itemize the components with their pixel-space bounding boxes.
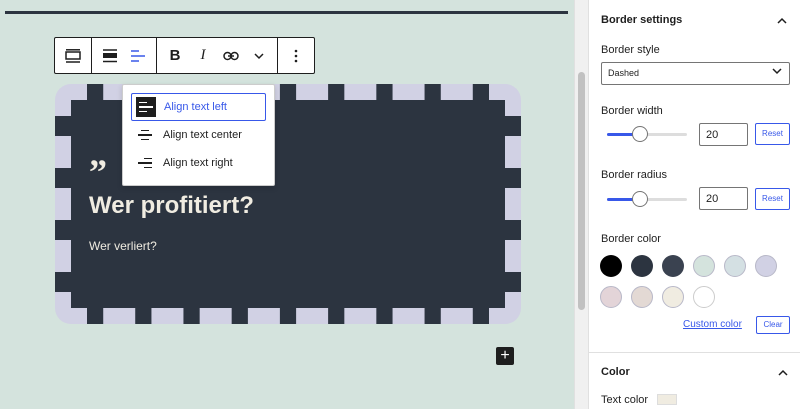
- editor-canvas[interactable]: B I ” Wer profitiert? Wer verliert? Alig…: [0, 0, 574, 409]
- chevron-down-icon: [771, 66, 783, 78]
- align-center-label: Align text center: [163, 129, 242, 141]
- separator-block[interactable]: [5, 11, 568, 14]
- border-settings-header[interactable]: Border settings: [589, 0, 800, 40]
- color-swatch[interactable]: [724, 255, 746, 277]
- align-right-icon: [135, 153, 155, 173]
- align-wide-icon[interactable]: [96, 42, 124, 70]
- align-center-option[interactable]: Align text center: [131, 121, 266, 149]
- border-radius-slider[interactable]: [607, 191, 687, 207]
- border-width-reset-button[interactable]: Reset: [755, 123, 790, 145]
- align-right-label: Align text right: [163, 157, 233, 169]
- italic-button[interactable]: I: [189, 42, 217, 70]
- color-swatch[interactable]: [600, 286, 622, 308]
- bold-button[interactable]: B: [161, 42, 189, 70]
- border-radius-label: Border radius: [601, 169, 668, 181]
- link-icon[interactable]: [217, 42, 245, 70]
- slider-thumb[interactable]: [632, 191, 648, 207]
- align-left-icon: [136, 97, 156, 117]
- text-align-menu: Align text left Align text center Align …: [122, 84, 275, 186]
- color-swatch[interactable]: [662, 255, 684, 277]
- quote-mark-icon: ”: [89, 152, 107, 192]
- custom-color-link[interactable]: Custom color: [683, 319, 742, 330]
- chevron-down-icon[interactable]: [245, 42, 273, 70]
- color-panel-title: Color: [601, 366, 630, 378]
- chevron-up-icon[interactable]: [777, 365, 789, 380]
- border-width-slider[interactable]: [607, 126, 687, 142]
- border-style-select[interactable]: Dashed: [601, 62, 790, 85]
- align-right-option[interactable]: Align text right: [131, 149, 266, 177]
- chevron-up-icon[interactable]: [776, 13, 788, 28]
- settings-sidebar: Border settings Border style Dashed Bord…: [588, 0, 800, 409]
- color-swatch[interactable]: [693, 286, 715, 308]
- border-color-label: Border color: [601, 233, 661, 245]
- border-width-input[interactable]: 20: [699, 123, 748, 146]
- color-swatch[interactable]: [755, 255, 777, 277]
- color-panel-header[interactable]: Color: [589, 352, 800, 392]
- align-center-icon: [135, 125, 155, 145]
- border-radius-input[interactable]: 20: [699, 187, 748, 210]
- quote-citation[interactable]: Wer verliert?: [89, 239, 157, 253]
- more-vertical-icon[interactable]: [282, 42, 310, 70]
- slider-thumb[interactable]: [632, 126, 648, 142]
- scroll-thumb[interactable]: [578, 72, 585, 310]
- align-left-icon[interactable]: [124, 42, 152, 70]
- add-block-button[interactable]: +: [496, 347, 514, 365]
- border-radius-reset-button[interactable]: Reset: [755, 188, 790, 210]
- align-left-label: Align text left: [164, 101, 227, 113]
- text-color-label: Text color: [601, 394, 649, 406]
- border-width-label: Border width: [601, 105, 663, 117]
- align-left-option[interactable]: Align text left: [131, 93, 266, 121]
- quote-heading[interactable]: Wer profitiert?: [89, 192, 254, 220]
- quote-block-icon[interactable]: [59, 42, 87, 70]
- clear-color-button[interactable]: Clear: [756, 316, 790, 334]
- color-swatch[interactable]: [662, 286, 684, 308]
- color-swatch[interactable]: [631, 255, 653, 277]
- border-style-label: Border style: [601, 44, 660, 56]
- block-toolbar: B I: [54, 37, 315, 74]
- color-swatch[interactable]: [631, 286, 653, 308]
- border-settings-title: Border settings: [601, 14, 683, 26]
- text-color-swatch[interactable]: [657, 394, 677, 405]
- color-swatch[interactable]: [693, 255, 715, 277]
- scrollbar[interactable]: [574, 0, 588, 409]
- color-swatch[interactable]: [600, 255, 622, 277]
